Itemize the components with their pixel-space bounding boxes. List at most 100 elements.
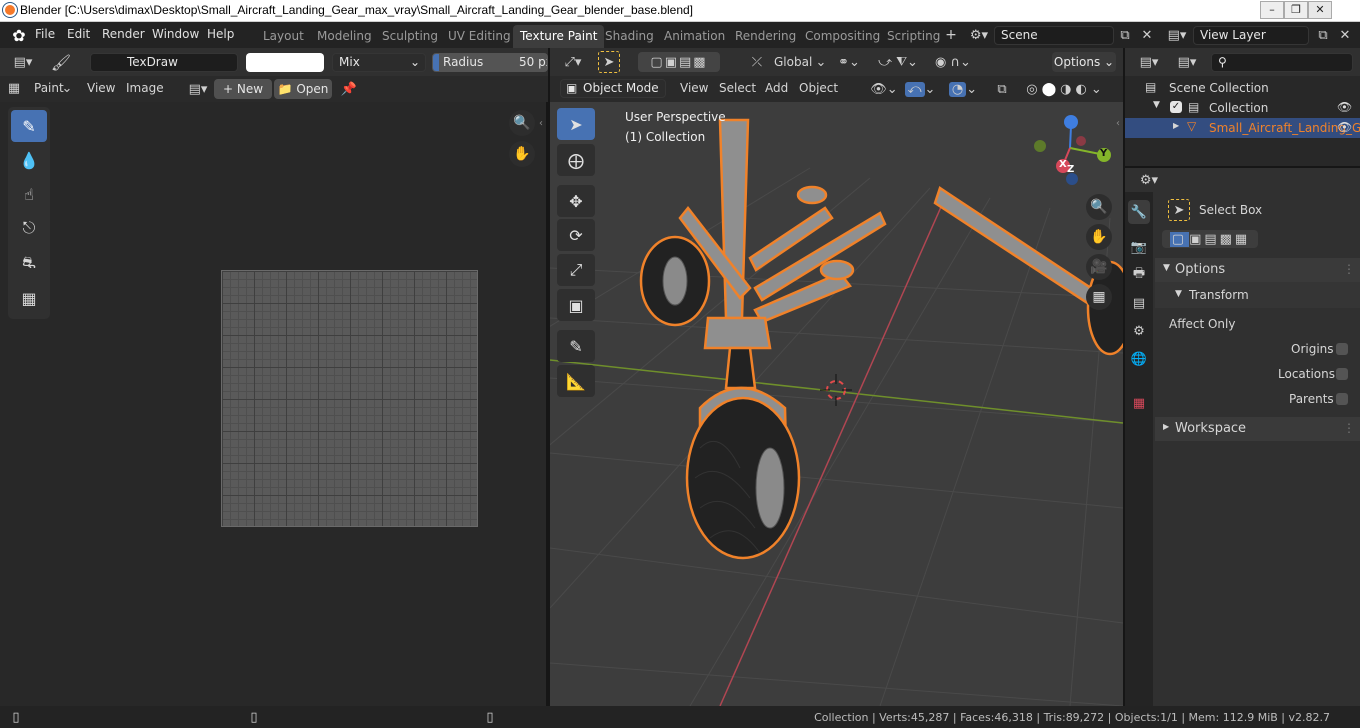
visibility-filter-icon[interactable]: 👁⌄ xyxy=(870,79,898,99)
zoom-icon[interactable]: 🔍 xyxy=(509,110,535,136)
fill-tool-icon[interactable]: ⛐ xyxy=(11,247,47,279)
menu-file[interactable]: File xyxy=(35,27,55,41)
texture-tab-icon[interactable]: ▦ xyxy=(1128,392,1150,414)
outliner-row-scene-collection[interactable]: ▤ Scene Collection xyxy=(1125,78,1360,98)
pin-icon[interactable]: 📌 xyxy=(340,79,358,99)
smear-tool-icon[interactable]: ☝ xyxy=(11,178,47,210)
paint-mode-select[interactable]: Paint xyxy=(34,81,64,95)
blend-mode-select[interactable]: Mix ⌄ xyxy=(332,53,426,72)
menu-render[interactable]: Render xyxy=(102,27,145,41)
cursor-tool-icon[interactable]: ⨁ xyxy=(557,144,595,176)
outliner-row-collection[interactable]: ▼ ✓ ▤ Collection 👁 xyxy=(1125,98,1360,118)
annotate-tool-icon[interactable]: ✎ xyxy=(557,330,595,362)
viewport-object-menu[interactable]: Object xyxy=(799,81,838,95)
transform-subpanel-header[interactable]: ▼ Transform xyxy=(1155,282,1360,308)
scene-field[interactable]: Scene xyxy=(994,26,1114,45)
menu-edit[interactable]: Edit xyxy=(67,27,90,41)
origins-checkbox[interactable] xyxy=(1336,343,1348,355)
viewport-select-menu[interactable]: Select xyxy=(719,81,756,95)
radius-field[interactable]: Radius 50 px xyxy=(432,53,548,72)
view-layer-selector-icon[interactable]: ▤▾ xyxy=(1164,26,1190,44)
tab-sculpting[interactable]: Sculpting xyxy=(375,25,445,48)
viewport-pan-hand-icon[interactable]: ✋ xyxy=(1086,224,1112,250)
viewport-add-menu[interactable]: Add xyxy=(765,81,788,95)
snapping-icon[interactable]: ⤻ ⧨⌄ xyxy=(872,52,924,72)
output-tab-icon[interactable]: 🖶 xyxy=(1128,264,1150,286)
shading-mode-icons[interactable]: ◎ ⬤ ◑◐⌄ xyxy=(1018,79,1114,99)
select-box-tool-icon[interactable]: ➤ xyxy=(557,108,595,140)
viewport-options-button[interactable]: Options ⌄ xyxy=(1052,52,1116,72)
collection-checkbox[interactable]: ✓ xyxy=(1170,101,1182,113)
perspective-toggle-icon[interactable]: ▦ xyxy=(1086,284,1112,310)
tab-layout[interactable]: Layout xyxy=(256,25,311,48)
display-mode-icon[interactable]: ▤▾ xyxy=(1173,52,1201,72)
outliner-row-object[interactable]: ▶ ▽ Small_Aircraft_Landing_G 👁 xyxy=(1125,118,1360,138)
drag-handle-icon[interactable]: ⋮⋮ xyxy=(1343,421,1360,435)
new-image-button[interactable]: + New xyxy=(214,79,272,99)
eye-icon[interactable]: 👁 xyxy=(1337,120,1352,134)
sidebar-toggle-icon[interactable]: ‹ xyxy=(536,116,546,130)
soften-tool-icon[interactable]: 💧 xyxy=(11,144,47,176)
open-image-button[interactable]: 📁 Open xyxy=(274,79,332,99)
tab-uv-editing[interactable]: UV Editing xyxy=(441,25,518,48)
pivot-point-icon[interactable]: ⚭⌄ xyxy=(836,52,862,72)
viewport-zoom-icon[interactable]: 🔍 xyxy=(1086,194,1112,220)
brush-icon[interactable]: 🖌 xyxy=(48,52,74,72)
pan-hand-icon[interactable]: ✋ xyxy=(509,141,535,167)
measure-tool-icon[interactable]: 📐 xyxy=(557,365,595,397)
clone-tool-icon[interactable]: ⎋ xyxy=(11,212,47,244)
tab-rendering[interactable]: Rendering xyxy=(728,25,803,48)
minimize-button[interactable]: – xyxy=(1260,1,1284,19)
brush-color-swatch[interactable] xyxy=(246,53,324,72)
image-browse-icon[interactable]: ▤▾ xyxy=(184,79,212,99)
camera-view-icon[interactable]: 🎥 xyxy=(1086,254,1112,280)
tab-compositing[interactable]: Compositing xyxy=(798,25,887,48)
transform-tool-icon[interactable]: ▣ xyxy=(557,289,595,321)
scale-tool-icon[interactable]: ⤢ xyxy=(557,254,595,286)
tab-texture-paint[interactable]: Texture Paint xyxy=(513,25,605,48)
outliner-search-input[interactable]: ⚲ xyxy=(1211,53,1353,72)
xray-toggle-icon[interactable]: ⧉ xyxy=(994,79,1010,99)
new-scene-icon[interactable]: ⧉ xyxy=(1116,26,1134,44)
tab-animation[interactable]: Animation xyxy=(657,25,732,48)
transform-orientation-select[interactable]: Global xyxy=(774,55,812,69)
overlays-toggle-icon[interactable]: ◔ ⌄ xyxy=(945,79,981,99)
view-layer-tab-icon[interactable]: ▤ xyxy=(1128,292,1150,314)
mask-tool-icon[interactable]: ▦ xyxy=(11,282,47,314)
close-window-button[interactable]: ✕ xyxy=(1308,1,1332,19)
move-tool-icon[interactable]: ✥ xyxy=(557,185,595,217)
brush-name-field[interactable]: TexDraw xyxy=(90,53,238,72)
options-panel-header[interactable]: ▼ Options ⋮⋮ xyxy=(1155,258,1360,282)
workspace-panel-header[interactable]: ▶ Workspace ⋮⋮ xyxy=(1155,417,1360,441)
delete-view-layer-icon[interactable]: ✕ xyxy=(1336,26,1354,44)
locations-checkbox[interactable] xyxy=(1336,368,1348,380)
view-menu[interactable]: View xyxy=(87,81,115,95)
menu-window[interactable]: Window xyxy=(152,27,199,41)
viewport-sidebar-toggle-icon[interactable]: ‹ xyxy=(1113,116,1123,130)
tool-tab-icon[interactable]: 🔧 xyxy=(1128,200,1150,224)
delete-scene-icon[interactable]: ✕ xyxy=(1138,26,1156,44)
expand-arrow-icon[interactable]: ▶ xyxy=(1173,121,1179,130)
viewport-editor-type-icon[interactable]: ⤢▾ xyxy=(558,52,588,72)
tab-scripting[interactable]: Scripting xyxy=(880,25,947,48)
tab-shading[interactable]: Shading xyxy=(598,25,661,48)
select-mode-icons[interactable]: ▢▣▤▩ xyxy=(638,52,720,72)
select-tool-icon[interactable]: ➤ xyxy=(598,51,620,73)
selection-mode-buttons[interactable]: ▢ ▣▤▩▦ xyxy=(1162,230,1258,248)
eye-icon[interactable]: 👁 xyxy=(1337,100,1352,114)
maximize-button[interactable]: ❐ xyxy=(1284,1,1308,19)
3d-viewport[interactable]: Z Y X ⤢▾ ➤ ▢▣▤▩ ⤫ Global ⌄ ⚭⌄ ⤻ ⧨⌄ ◉ ∩⌄ … xyxy=(550,48,1123,706)
new-view-layer-icon[interactable]: ⧉ xyxy=(1314,26,1332,44)
viewport-view-menu[interactable]: View xyxy=(680,81,708,95)
image-menu[interactable]: Image xyxy=(126,81,164,95)
rotate-tool-icon[interactable]: ⟳ xyxy=(557,219,595,251)
image-canvas[interactable] xyxy=(221,270,478,527)
blender-menu-icon[interactable]: ✿ xyxy=(8,25,30,45)
tab-modeling[interactable]: Modeling xyxy=(310,25,379,48)
view-layer-field[interactable]: View Layer xyxy=(1193,26,1309,45)
drag-handle-icon[interactable]: ⋮⋮ xyxy=(1343,262,1360,276)
properties-editor-type-icon[interactable]: ⚙▾ xyxy=(1135,170,1163,190)
expand-arrow-icon[interactable]: ▼ xyxy=(1153,100,1160,110)
scene-tab-icon[interactable]: ⚙ xyxy=(1128,320,1150,342)
menu-help[interactable]: Help xyxy=(207,27,234,41)
